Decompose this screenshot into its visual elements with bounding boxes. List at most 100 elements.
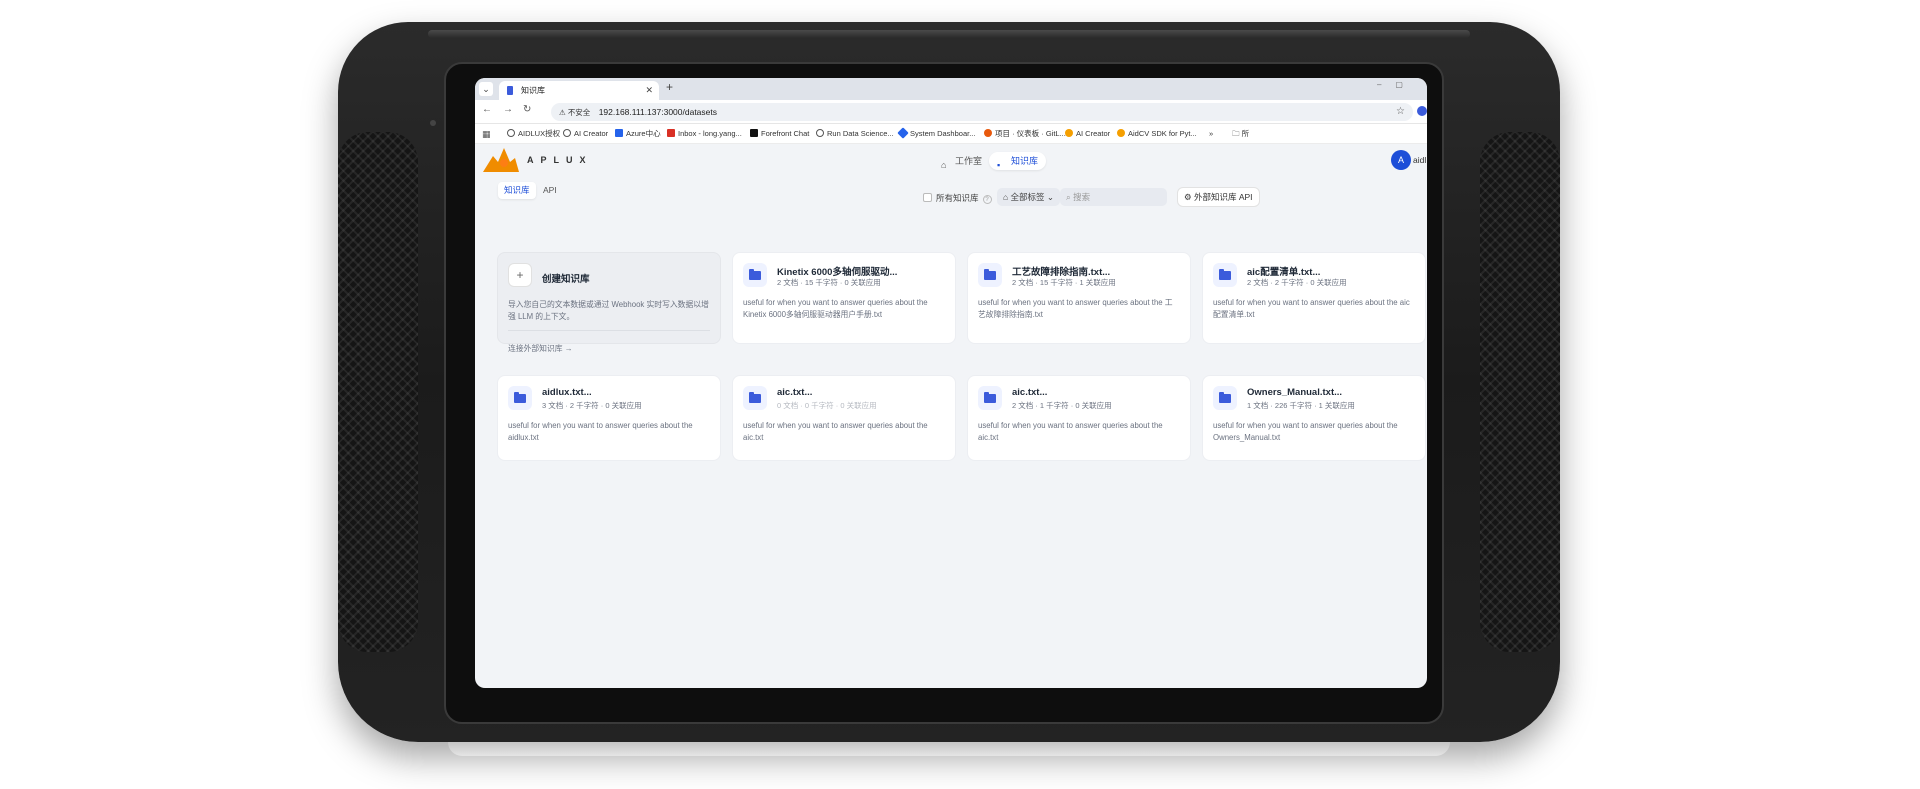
create-dataset-title: 创建知识库: [542, 274, 590, 285]
aidcv-icon: [1117, 129, 1125, 137]
profile-icon[interactable]: [1417, 106, 1427, 116]
dataset-meta: 2 文档 · 15 千字符 · 0 关联应用: [777, 278, 881, 287]
dataset-card[interactable]: aidlux.txt... 3 文档 · 2 千字符 · 0 关联应用 usef…: [497, 375, 721, 461]
bookmark-item[interactable]: System Dashboar...: [897, 127, 975, 140]
dataset-card[interactable]: Kinetix 6000多轴伺服驱动... 2 文档 · 15 千字符 · 0 …: [732, 252, 956, 344]
gitlab-icon: [984, 129, 992, 137]
app-header: APLUX ⌂ 工作室 ▪ 知识库 A aidl: [475, 144, 1427, 178]
dataset-title: Kinetix 6000多轴伺服驱动...: [777, 267, 898, 278]
nav-studio-label: 工作室: [955, 156, 983, 166]
dataset-meta: 1 文档 · 226 千字符 · 1 关联应用: [1247, 401, 1355, 410]
folder-icon: [743, 386, 767, 410]
dataset-meta: 2 文档 · 1 千字符 · 0 关联应用: [1012, 401, 1112, 410]
window-controls[interactable]: –▢: [1377, 80, 1417, 89]
tab-title: 知识库: [521, 86, 545, 95]
bookmark-folder[interactable]: 🗀 所: [1232, 128, 1249, 140]
sub-toolbar: 知识库 API 所有知识库? ⌂ 全部标签 ⌄ ⌕ 搜索 ⚙ 外部知识库 API: [475, 178, 1427, 214]
folder-icon: [978, 386, 1002, 410]
dataset-description: useful for when you want to answer queri…: [978, 298, 1173, 319]
divider: [508, 330, 710, 331]
dataset-description: useful for when you want to answer queri…: [1213, 421, 1398, 442]
bookmarks-bar: ▦ AIDLUX授权 AI Creator Azure中心 Inbox - lo…: [475, 124, 1427, 144]
avatar[interactable]: A: [1391, 150, 1411, 170]
bookmark-item[interactable]: 项目 · 仪表板 · GitL...: [984, 128, 1066, 140]
apps-grid-icon[interactable]: ▦: [482, 129, 491, 140]
globe-icon: [816, 129, 824, 137]
nav-studio[interactable]: ⌂ 工作室: [933, 152, 990, 170]
dataset-title: aic配置清单.txt...: [1247, 267, 1321, 278]
folder-icon: 🗀: [1232, 129, 1242, 138]
tag-icon: ⌂: [1003, 192, 1011, 202]
robot-icon: ⌂: [941, 160, 947, 170]
username[interactable]: aidl: [1413, 155, 1427, 165]
bookmark-item[interactable]: Forefront Chat: [750, 128, 809, 140]
all-datasets-checkbox[interactable]: 所有知识库?: [923, 192, 992, 204]
connect-external-link[interactable]: 连接外部知识库 →: [508, 343, 573, 354]
dataset-title: aidlux.txt...: [542, 387, 592, 398]
bookmark-item[interactable]: AidCV SDK for Pyt...: [1117, 128, 1197, 140]
dataset-card[interactable]: aic.txt... 2 文档 · 1 千字符 · 0 关联应用 useful …: [967, 375, 1191, 461]
dataset-card[interactable]: 工艺故障排除指南.txt... 2 文档 · 15 千字符 · 1 关联应用 u…: [967, 252, 1191, 344]
screen: ⌄ 知识库 ✕ + –▢ ← → ↻ ⚠ 不安全 192.168.111.137…: [475, 78, 1427, 688]
create-dataset-card[interactable]: + 创建知识库 导入您自己的文本数据或通过 Webhook 实时写入数据以增强 …: [497, 252, 721, 353]
bookmark-item[interactable]: Azure中心: [615, 128, 661, 140]
help-icon[interactable]: ?: [982, 195, 992, 204]
favicon-icon: [507, 86, 513, 95]
folder-icon: [1213, 263, 1237, 287]
bookmark-star-icon[interactable]: ☆: [1396, 103, 1405, 121]
browser-tab-strip: ⌄ 知识库 ✕ + –▢: [475, 78, 1427, 100]
dataset-description: useful for when you want to answer queri…: [743, 298, 928, 319]
search-input[interactable]: ⌕ 搜索: [1060, 188, 1167, 206]
forward-icon[interactable]: →: [503, 104, 513, 115]
bookmark-item[interactable]: Inbox - long.yang...: [667, 128, 742, 140]
browser-tab[interactable]: 知识库 ✕: [499, 81, 659, 100]
book-icon: ▪: [997, 160, 1001, 170]
bookmarks-overflow-icon[interactable]: »: [1209, 128, 1213, 140]
tag-filter-select[interactable]: ⌂ 全部标签 ⌄: [997, 188, 1060, 206]
dashboard-icon: [897, 127, 909, 139]
nav-datasets[interactable]: ▪ 知识库: [989, 152, 1047, 170]
camera-dot: [430, 120, 436, 126]
dataset-meta: 3 文档 · 2 千字符 · 0 关联应用: [542, 401, 642, 410]
dataset-card[interactable]: aic.txt... 0 文档 · 0 千字符 · 0 关联应用 useful …: [732, 375, 956, 461]
aplux-logo[interactable]: [481, 146, 521, 174]
bookmark-item[interactable]: Run Data Science...: [816, 128, 894, 140]
tab-search-icon[interactable]: ⌄: [479, 82, 493, 96]
url-bar[interactable]: ⚠ 不安全 192.168.111.137:3000/datasets ☆: [551, 103, 1413, 121]
new-tab-icon[interactable]: +: [666, 80, 673, 94]
dataset-meta: 0 文档 · 0 千字符 · 0 关联应用: [777, 401, 877, 410]
tab-api[interactable]: API: [537, 182, 563, 199]
dataset-description: useful for when you want to answer queri…: [978, 421, 1163, 442]
dataset-meta: 2 文档 · 15 千字符 · 1 关联应用: [1012, 278, 1116, 287]
dataset-title: 工艺故障排除指南.txt...: [1012, 267, 1111, 278]
logo-text: APLUX: [527, 155, 593, 165]
azure-icon: [615, 129, 623, 137]
reload-icon[interactable]: ↻: [523, 104, 531, 115]
tab-datasets[interactable]: 知识库: [498, 182, 536, 199]
globe-icon: [563, 129, 571, 137]
back-icon[interactable]: ←: [482, 104, 492, 115]
dataset-card[interactable]: aic配置清单.txt... 2 文档 · 2 千字符 · 0 关联应用 use…: [1202, 252, 1426, 344]
dataset-title: aic.txt...: [777, 387, 813, 398]
external-api-button[interactable]: ⚙ 外部知识库 API: [1177, 187, 1260, 207]
close-tab-icon[interactable]: ✕: [645, 81, 653, 100]
folder-icon: [978, 263, 1002, 287]
gmail-icon: [667, 129, 675, 137]
insecure-indicator[interactable]: ⚠ 不安全: [559, 108, 590, 117]
dataset-meta: 2 文档 · 2 千字符 · 0 关联应用: [1247, 278, 1347, 287]
checkbox-icon[interactable]: [923, 193, 932, 202]
folder-icon: [743, 263, 767, 287]
dataset-description: useful for when you want to answer queri…: [508, 421, 693, 442]
bookmark-item[interactable]: AIDLUX授权: [507, 128, 560, 140]
create-dataset-description: 导入您自己的文本数据或通过 Webhook 实时写入数据以增强 LLM 的上下文…: [508, 300, 709, 321]
dataset-description: useful for when you want to answer queri…: [743, 421, 928, 442]
left-grip: [338, 132, 418, 652]
url-text: 192.168.111.137:3000/datasets: [598, 107, 718, 117]
dataset-card[interactable]: Owners_Manual.txt... 1 文档 · 226 千字符 · 1 …: [1202, 375, 1426, 461]
forefront-icon: [750, 129, 758, 137]
address-bar-row: ← → ↻ ⚠ 不安全 192.168.111.137:3000/dataset…: [475, 100, 1427, 124]
bookmark-item[interactable]: AI Creator: [1065, 128, 1110, 140]
dataset-title: aic.txt...: [1012, 387, 1048, 398]
gear-icon: ⚙: [1184, 192, 1194, 202]
bookmark-item[interactable]: AI Creator: [563, 128, 608, 140]
